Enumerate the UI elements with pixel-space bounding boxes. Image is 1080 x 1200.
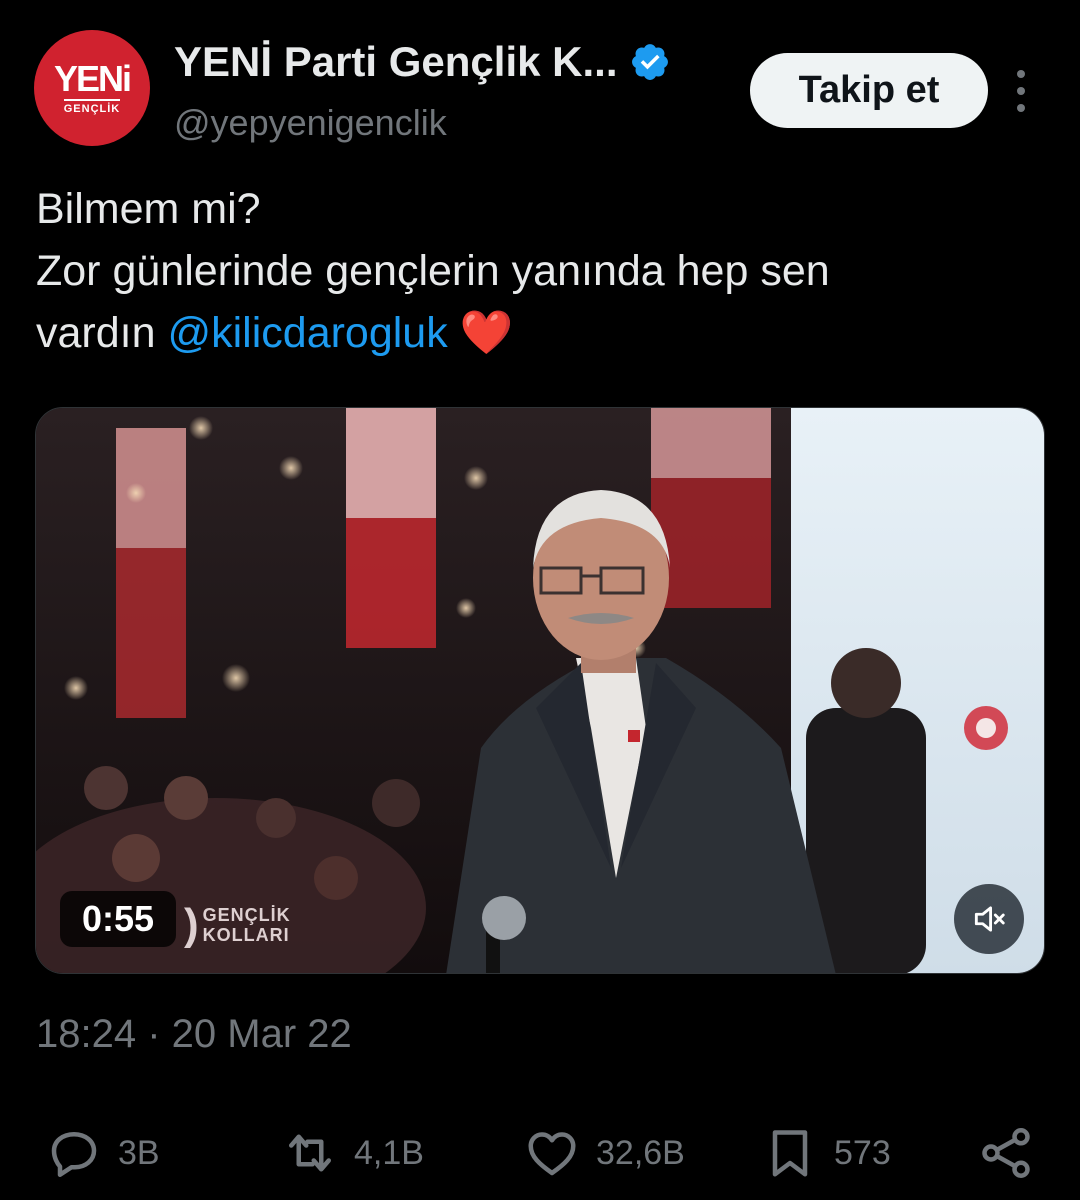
user-handle[interactable]: @yepyenigenclik: [174, 102, 447, 144]
bokeh-light: [126, 483, 146, 503]
action-bar: 3B 4,1B 32,6B 573: [0, 1118, 1080, 1188]
bookmark-count: 573: [834, 1133, 891, 1172]
bokeh-light: [189, 416, 213, 440]
like-count: 32,6B: [596, 1133, 685, 1172]
more-dot: [1017, 70, 1025, 78]
tweet-line-3: vardın @kilicdarogluk ❤️: [36, 302, 1046, 364]
bokeh-light: [64, 676, 88, 700]
crowd-head: [314, 856, 358, 900]
bokeh-light: [222, 664, 250, 692]
retweet-icon: [289, 1134, 331, 1172]
bokeh-light: [464, 466, 488, 490]
bookmark-icon: [772, 1130, 808, 1177]
watermark-text: GENÇLİK KOLLARI: [203, 905, 291, 945]
video-duration: 0:55: [60, 891, 177, 947]
crowd-head: [256, 798, 296, 838]
share-button[interactable]: [976, 1118, 1036, 1188]
reply-icon: [51, 1132, 97, 1177]
more-vertical-icon[interactable]: [1006, 70, 1036, 112]
bokeh-light: [456, 598, 476, 618]
flag: [651, 408, 771, 478]
watermark-line-1: GENÇLİK: [202, 905, 291, 925]
volume-muted-icon[interactable]: [954, 884, 1024, 954]
reply-count: 3B: [118, 1133, 160, 1172]
video-watermark: ) GENÇLİK KOLLARI: [184, 900, 291, 950]
like-button[interactable]: 32,6B: [522, 1118, 685, 1188]
share-icon: [982, 1128, 1030, 1178]
retweet-button[interactable]: 4,1B: [280, 1118, 424, 1188]
microphone-head: [482, 896, 526, 940]
heart-emoji: ❤️: [459, 309, 514, 357]
bokeh-light: [279, 456, 303, 480]
tweet-line-3-text: vardın: [36, 309, 168, 357]
mention-link[interactable]: @kilicdarogluk: [167, 309, 447, 357]
flag: [116, 428, 186, 548]
follow-button[interactable]: Takip et: [750, 53, 988, 128]
crowd-head: [84, 766, 128, 810]
mute-glyph: [974, 906, 1005, 932]
tweet-line-1: Bilmem mi?: [36, 185, 261, 233]
tweet-timestamp[interactable]: 18:24 · 20 Mar 22: [36, 1012, 352, 1057]
more-dot: [1017, 87, 1025, 95]
avatar-logo-text: YENi: [53, 58, 132, 99]
crowd-head: [112, 834, 160, 882]
avatar-logo-subtext: GENÇLİK: [63, 99, 121, 115]
watermark-line-2: KOLLARI: [202, 925, 290, 945]
heart-icon: [528, 1132, 576, 1176]
video-player[interactable]: 0:55 ) GENÇLİK KOLLARI: [35, 407, 1045, 974]
screen-logo-inner: [976, 718, 996, 738]
bystander-head: [831, 648, 901, 718]
retweet-count: 4,1B: [354, 1133, 424, 1172]
verified-badge-icon: [632, 44, 669, 80]
lapel-pin: [628, 730, 640, 742]
name-row: YENİ Parti Gençlik K...: [174, 38, 671, 86]
more-dot: [1017, 104, 1025, 112]
crowd-head: [164, 776, 208, 820]
display-name[interactable]: YENİ Parti Gençlik K...: [174, 38, 617, 86]
watermark-mark: ): [184, 900, 199, 949]
reply-button[interactable]: 3B: [44, 1118, 160, 1188]
flag: [346, 408, 436, 518]
tweet-text: Bilmem mi? Zor günlerinde gençlerin yanı…: [36, 178, 1046, 364]
video-frame: [36, 408, 1044, 973]
tweet-line-2: Zor günlerinde gençlerin yanında hep sen: [36, 247, 830, 295]
bookmark-button[interactable]: 573: [760, 1118, 891, 1188]
crowd-head: [372, 779, 420, 827]
avatar[interactable]: YENi GENÇLİK: [34, 30, 150, 146]
